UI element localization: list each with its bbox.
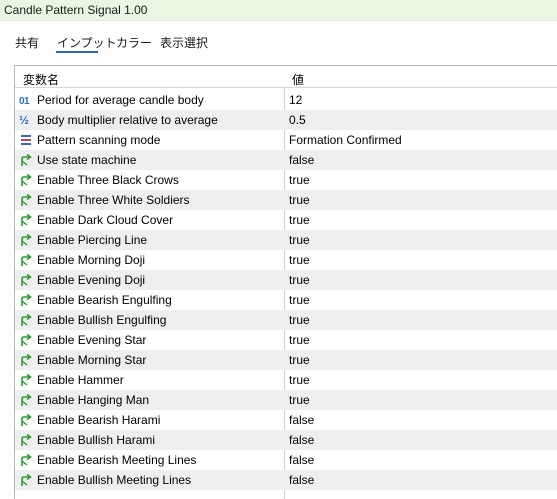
row-value[interactable]: false bbox=[289, 153, 314, 167]
bool-arrow-icon bbox=[19, 173, 33, 187]
row-value[interactable]: true bbox=[289, 213, 310, 227]
row-value[interactable]: 0.5 bbox=[289, 113, 306, 127]
table-row[interactable]: Enable Bullish Meeting Lines false bbox=[15, 470, 557, 490]
row-variable-name: Enable Hammer bbox=[37, 373, 124, 387]
row-variable-name: Enable Dark Cloud Cover bbox=[37, 213, 174, 227]
row-value[interactable]: true bbox=[289, 273, 310, 287]
active-tab-indicator bbox=[56, 51, 98, 53]
window-titlebar: Candle Pattern Signal 1.00 bbox=[0, 0, 557, 21]
header-variable[interactable]: 変数名 bbox=[23, 71, 59, 88]
row-variable-name: Pattern scanning mode bbox=[37, 133, 161, 147]
row-value[interactable]: false bbox=[289, 453, 314, 467]
row-variable-name: Body multiplier relative to average bbox=[37, 113, 218, 127]
row-variable-name: Enable Three Black Crows bbox=[37, 173, 179, 187]
table-row[interactable]: Enable Three White Soldiers true bbox=[15, 190, 557, 210]
bool-arrow-icon bbox=[19, 473, 33, 487]
table-header: 変数名 値 bbox=[15, 66, 557, 88]
row-value[interactable]: Formation Confirmed bbox=[289, 133, 402, 147]
row-variable-name: Enable Evening Doji bbox=[37, 273, 146, 287]
table-row[interactable]: 01 Period for average candle body 12 bbox=[15, 90, 557, 110]
row-value[interactable]: true bbox=[289, 353, 310, 367]
table-row[interactable]: Enable Hammer true bbox=[15, 370, 557, 390]
window-title: Candle Pattern Signal 1.00 bbox=[4, 3, 148, 17]
row-value[interactable]: false bbox=[289, 413, 314, 427]
row-variable-name: Enable Bearish Meeting Lines bbox=[37, 453, 197, 467]
table-row[interactable]: Enable Morning Doji true bbox=[15, 250, 557, 270]
bool-arrow-icon bbox=[19, 353, 33, 367]
bool-arrow-icon bbox=[19, 273, 33, 287]
row-value[interactable]: true bbox=[289, 253, 310, 267]
enum-list-icon bbox=[19, 133, 33, 147]
fraction-icon: ½ bbox=[19, 113, 30, 127]
row-value[interactable]: true bbox=[289, 233, 310, 247]
int-icon: 01 bbox=[19, 96, 30, 107]
bool-arrow-icon bbox=[19, 153, 33, 167]
bool-arrow-icon bbox=[19, 393, 33, 407]
tab-inputs[interactable]: インプット bbox=[57, 34, 117, 51]
table-row[interactable]: Enable Bullish Harami false bbox=[15, 430, 557, 450]
header-value[interactable]: 値 bbox=[292, 71, 304, 88]
table-row[interactable]: Enable Bearish Harami false bbox=[15, 410, 557, 430]
table-row[interactable]: Enable Piercing Line true bbox=[15, 230, 557, 250]
table-row[interactable]: Enable Bullish Engulfing true bbox=[15, 310, 557, 330]
row-value[interactable]: false bbox=[289, 433, 314, 447]
bool-arrow-icon bbox=[19, 193, 33, 207]
table-row[interactable]: Enable Hanging Man true bbox=[15, 390, 557, 410]
bool-arrow-icon bbox=[19, 233, 33, 247]
bool-arrow-icon bbox=[19, 333, 33, 347]
table-row[interactable]: Enable Bearish Meeting Lines false bbox=[15, 450, 557, 470]
tab-bar: 共有 インプット カラー 表示選択 bbox=[0, 24, 557, 54]
row-variable-name: Enable Evening Star bbox=[37, 333, 147, 347]
table-row[interactable]: Pattern scanning mode Formation Confirmed bbox=[15, 130, 557, 150]
bool-arrow-icon bbox=[19, 313, 33, 327]
row-value[interactable]: true bbox=[289, 193, 310, 207]
tab-common[interactable]: 共有 bbox=[15, 34, 39, 51]
row-variable-name: Enable Bullish Meeting Lines bbox=[37, 473, 192, 487]
row-variable-name: Enable Piercing Line bbox=[37, 233, 148, 247]
row-variable-name: Enable Hanging Man bbox=[37, 393, 150, 407]
bool-arrow-icon bbox=[19, 373, 33, 387]
bool-arrow-icon bbox=[19, 453, 33, 467]
row-variable-name: Enable Bullish Engulfing bbox=[37, 313, 167, 327]
row-variable-name: Enable Bearish Harami bbox=[37, 413, 161, 427]
bool-arrow-icon bbox=[19, 253, 33, 267]
row-value[interactable]: false bbox=[289, 473, 314, 487]
table-row[interactable]: Enable Three Black Crows true bbox=[15, 170, 557, 190]
row-variable-name: Use state machine bbox=[37, 153, 137, 167]
bool-arrow-icon bbox=[19, 433, 33, 447]
row-variable-name: Enable Morning Doji bbox=[37, 253, 146, 267]
tab-colors[interactable]: カラー bbox=[116, 34, 152, 51]
row-value[interactable]: true bbox=[289, 393, 310, 407]
bool-arrow-icon bbox=[19, 213, 33, 227]
table-row[interactable]: Use state machine false bbox=[15, 150, 557, 170]
tab-visualization[interactable]: 表示選択 bbox=[160, 34, 208, 51]
row-variable-name: Period for average candle body bbox=[37, 93, 204, 107]
row-variable-name: Enable Bullish Harami bbox=[37, 433, 156, 447]
row-value[interactable]: true bbox=[289, 333, 310, 347]
row-value[interactable]: true bbox=[289, 293, 310, 307]
row-value[interactable]: 12 bbox=[289, 93, 302, 107]
bool-arrow-icon bbox=[19, 413, 33, 427]
table-row[interactable]: Enable Morning Star true bbox=[15, 350, 557, 370]
table-row[interactable]: Enable Evening Star true bbox=[15, 330, 557, 350]
row-value[interactable]: true bbox=[289, 173, 310, 187]
row-value[interactable]: true bbox=[289, 373, 310, 387]
table-row[interactable]: Enable Evening Doji true bbox=[15, 270, 557, 290]
row-variable-name: Enable Three White Soldiers bbox=[37, 193, 190, 207]
inputs-table: 変数名 値 01 Period for average candle body 12… bbox=[14, 65, 557, 499]
table-row[interactable]: Enable Bearish Engulfing true bbox=[15, 290, 557, 310]
bool-arrow-icon bbox=[19, 293, 33, 307]
table-row[interactable]: Enable Dark Cloud Cover true bbox=[15, 210, 557, 230]
row-value[interactable]: true bbox=[289, 313, 310, 327]
row-variable-name: Enable Morning Star bbox=[37, 353, 147, 367]
row-variable-name: Enable Bearish Engulfing bbox=[37, 293, 172, 307]
table-row[interactable]: ½ Body multiplier relative to average 0.5 bbox=[15, 110, 557, 130]
